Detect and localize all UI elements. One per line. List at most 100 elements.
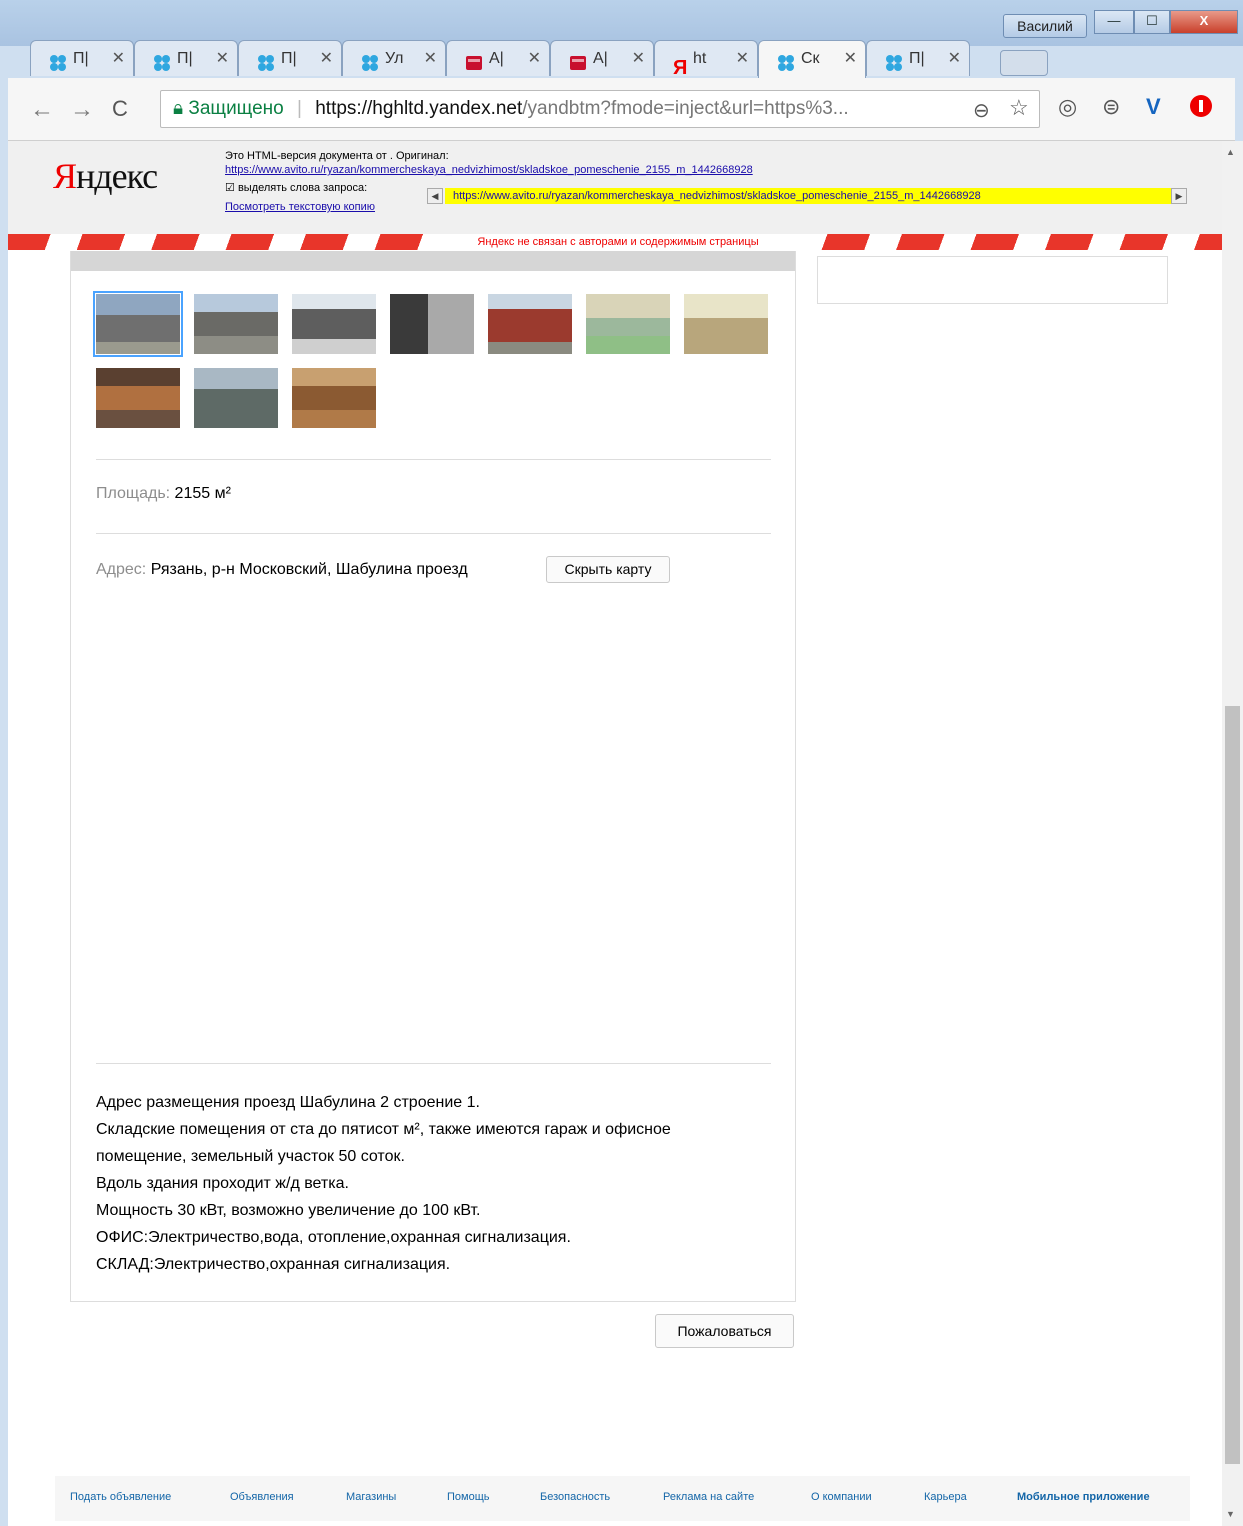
next-arrow-icon[interactable]: ▶: [1171, 188, 1187, 204]
scroll-down-icon[interactable]: ▼: [1226, 1509, 1235, 1519]
red-app-icon: [465, 50, 483, 70]
photo-thumb[interactable]: [586, 294, 670, 354]
yandex-logo[interactable]: Яндекс: [53, 155, 158, 197]
photo-thumb[interactable]: [292, 294, 376, 354]
footer-link-careers[interactable]: Карьера: [924, 1491, 967, 1503]
avito-icon: [49, 50, 67, 71]
browser-toolbar: ← → C 🔒︎ Защищено | https://hghltd.yande…: [8, 78, 1235, 141]
photo-thumb[interactable]: [194, 368, 278, 428]
close-tab-icon[interactable]: ✕: [948, 41, 961, 77]
complain-button[interactable]: Пожаловаться: [655, 1314, 794, 1348]
forward-icon[interactable]: →: [70, 96, 94, 124]
hide-map-button[interactable]: Скрыть карту: [546, 556, 670, 583]
highlight-words-field[interactable]: https://www.avito.ru/ryazan/kommercheska…: [445, 188, 1173, 204]
back-icon[interactable]: ←: [30, 96, 54, 124]
minimize-button[interactable]: —: [1094, 10, 1134, 34]
avito-icon: [153, 50, 171, 71]
close-button[interactable]: X: [1170, 10, 1238, 34]
divider: [96, 459, 771, 460]
extension-ring-icon[interactable]: ◎: [1058, 94, 1077, 120]
listing-card: Площадь: 2155 м² Адрес: Рязань, р-н Моск…: [70, 251, 796, 1302]
photo-thumb[interactable]: [684, 294, 768, 354]
close-tab-icon[interactable]: ✕: [112, 41, 125, 77]
description-line: Вдоль здания проходит ж/д ветка.: [96, 1175, 349, 1192]
close-tab-icon[interactable]: ✕: [424, 41, 437, 77]
zoom-icon[interactable]: ⊖: [973, 98, 990, 123]
close-tab-icon[interactable]: ✕: [736, 41, 749, 77]
maximize-button[interactable]: ☐: [1134, 10, 1170, 34]
address-param: Адрес: Рязань, р-н Московский, Шабулина …: [96, 561, 468, 579]
scroll-up-icon[interactable]: ▲: [1226, 147, 1235, 157]
profile-button[interactable]: Василий: [1003, 14, 1087, 38]
tab-1[interactable]: П| ✕: [30, 40, 134, 76]
bookmark-star-icon[interactable]: ☆: [1009, 95, 1029, 121]
close-tab-icon[interactable]: ✕: [216, 41, 229, 77]
url-host: https://hghltd.yandex.net: [315, 98, 523, 119]
url-path: /yandbtm?fmode=inject&url=https%3...: [522, 98, 849, 119]
checkbox-icon[interactable]: ☑: [225, 182, 235, 194]
tab-8-active[interactable]: Ск ✕: [758, 40, 866, 78]
divider: [96, 1063, 771, 1064]
address-bar[interactable]: 🔒︎ Защищено | https://hghltd.yandex.net/…: [160, 90, 1040, 128]
adblock-icon[interactable]: [1189, 94, 1213, 124]
tab-label: П|: [73, 50, 89, 67]
photo-thumb[interactable]: [488, 294, 572, 354]
red-app-icon: [569, 50, 587, 70]
close-tab-icon[interactable]: ✕: [320, 41, 333, 77]
description-line: помещение, земельный участок 50 соток.: [96, 1148, 405, 1165]
close-tab-icon[interactable]: ✕: [528, 41, 541, 77]
close-tab-icon[interactable]: ✕: [844, 41, 857, 77]
page-scrollbar[interactable]: ▲ ▼: [1222, 141, 1243, 1526]
text-copy-link[interactable]: Посмотреть текстовую копию: [225, 201, 375, 213]
tab-label: Ул: [385, 50, 404, 67]
page-content: Яндекс Это HTML-версия документа от . Ор…: [8, 141, 1222, 1526]
photo-thumb[interactable]: [96, 368, 180, 428]
description-line: Складские помещения от ста до пятисот м²…: [96, 1121, 671, 1138]
original-link[interactable]: https://www.avito.ru/ryazan/kommercheska…: [225, 164, 753, 176]
footer-link-post-ad[interactable]: Подать объявление: [70, 1491, 171, 1503]
highlight-label: выделять слова запроса:: [237, 182, 368, 194]
disclaimer-text: Яндекс не связан с авторами и содержимым…: [438, 234, 798, 250]
prev-arrow-icon[interactable]: ◀: [427, 188, 443, 204]
divider: [96, 533, 771, 534]
tab-4[interactable]: Ул ✕: [342, 40, 446, 76]
scrollbar-thumb[interactable]: [1225, 706, 1240, 1464]
area-label: Площадь:: [96, 485, 171, 502]
tab-9[interactable]: П| ✕: [866, 40, 970, 76]
yandex-icon: Я: [673, 56, 688, 79]
footer-link-advertising[interactable]: Реклама на сайте: [663, 1491, 754, 1503]
photo-thumb[interactable]: [292, 368, 376, 428]
footer-link-mobile-app[interactable]: Мобильное приложение: [1017, 1491, 1150, 1503]
map-area[interactable]: [71, 606, 795, 1046]
footer-link-about[interactable]: О компании: [811, 1491, 872, 1503]
tab-7[interactable]: Яht ✕: [654, 40, 758, 79]
tab-label: А|: [489, 50, 504, 67]
sidebar-box: [817, 256, 1168, 304]
footer-link-ads[interactable]: Объявления: [230, 1491, 294, 1503]
reload-icon[interactable]: C: [112, 96, 128, 122]
tab-3[interactable]: П| ✕: [238, 40, 342, 76]
photo-thumb[interactable]: [194, 294, 278, 354]
extension-sync-icon[interactable]: ⊜: [1102, 94, 1120, 120]
description-line: СКЛАД:Электричество,охранная сигнализаци…: [96, 1256, 451, 1273]
footer-link-security[interactable]: Безопасность: [540, 1491, 610, 1503]
address-value: Рязань, р-н Московский, Шабулина проезд: [150, 561, 468, 578]
footer-link-help[interactable]: Помощь: [447, 1491, 490, 1503]
cache-info-line: Это HTML-версия документа от . Оригинал:: [225, 150, 449, 162]
window-left-edge: [0, 141, 8, 1526]
photo-thumb[interactable]: [390, 294, 474, 354]
tab-2[interactable]: П| ✕: [134, 40, 238, 76]
logo-letter: Я: [53, 156, 77, 196]
extension-v-icon[interactable]: V: [1146, 94, 1161, 120]
footer-nav: Подать объявление Объявления Магазины По…: [55, 1476, 1190, 1521]
tab-5[interactable]: А| ✕: [446, 40, 550, 76]
tab-6[interactable]: А| ✕: [550, 40, 654, 76]
footer-link-shops[interactable]: Магазины: [346, 1491, 396, 1503]
avito-icon: [361, 50, 379, 71]
tab-label: Ск: [801, 50, 820, 67]
listing-description: Адрес размещения проезд Шабулина 2 строе…: [96, 1089, 671, 1278]
new-tab-button[interactable]: [1000, 50, 1048, 76]
close-tab-icon[interactable]: ✕: [632, 41, 645, 77]
photo-thumb[interactable]: [93, 291, 183, 357]
tab-label: П|: [281, 50, 297, 67]
